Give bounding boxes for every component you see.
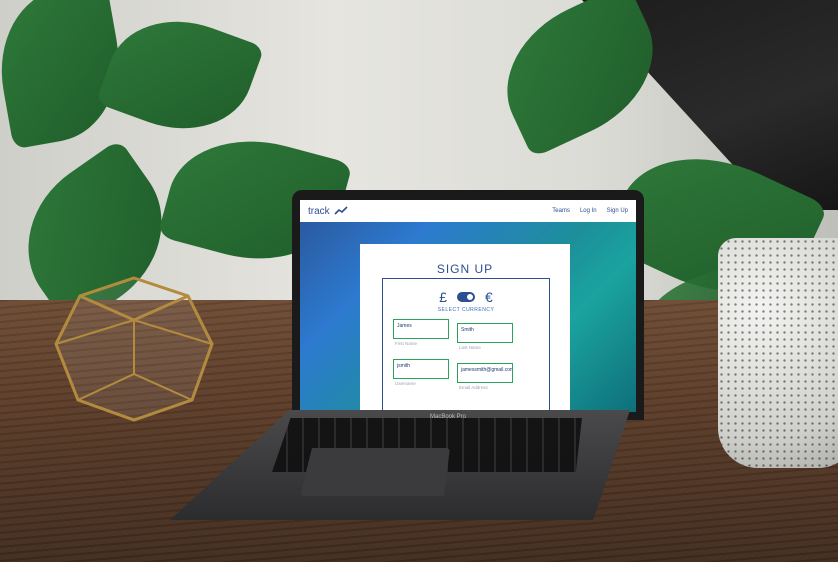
logo-text: track — [308, 205, 330, 217]
euro-icon: € — [485, 289, 493, 305]
last-name-field[interactable]: Smith — [457, 323, 513, 343]
username-label: Username — [395, 381, 416, 386]
username-field[interactable]: jsmith — [393, 359, 449, 379]
signup-title: SIGN UP — [436, 262, 494, 276]
first-name-label: First Name — [395, 341, 418, 346]
geometric-terrarium — [54, 276, 214, 422]
planter-speckles — [718, 238, 838, 468]
site-navbar: track Teams Log In Sign Up — [300, 200, 636, 222]
laptop-trackpad — [300, 448, 450, 496]
currency-selector[interactable]: £ € — [361, 289, 571, 305]
last-name-label: Last Name — [459, 345, 481, 350]
first-name-field[interactable]: James — [393, 319, 449, 339]
device-label: MacBook Pro — [430, 414, 467, 420]
nav-link-signup[interactable]: Sign Up — [607, 208, 628, 214]
currency-toggle[interactable] — [457, 292, 475, 302]
speckled-planter — [718, 238, 838, 468]
pound-icon: £ — [439, 289, 447, 305]
photo-scene: track Teams Log In Sign Up SIGN UP £ € S… — [0, 0, 838, 562]
email-field[interactable]: jamessmith@gmail.com — [457, 363, 513, 383]
nav-link-login[interactable]: Log In — [580, 208, 597, 214]
email-label: Email Address — [459, 385, 488, 390]
site-logo[interactable]: track — [308, 206, 348, 217]
trend-icon — [334, 206, 348, 215]
select-currency-label: SELECT CURRENCY — [437, 307, 495, 313]
laptop-screen: track Teams Log In Sign Up SIGN UP £ € S… — [300, 200, 636, 412]
signup-form: £ € SELECT CURRENCY James First Name Smi… — [382, 278, 550, 412]
nav-link-teams[interactable]: Teams — [552, 208, 570, 214]
signup-card: SIGN UP £ € SELECT CURRENCY James First … — [360, 244, 570, 412]
nav-links: Teams Log In Sign Up — [552, 208, 628, 214]
